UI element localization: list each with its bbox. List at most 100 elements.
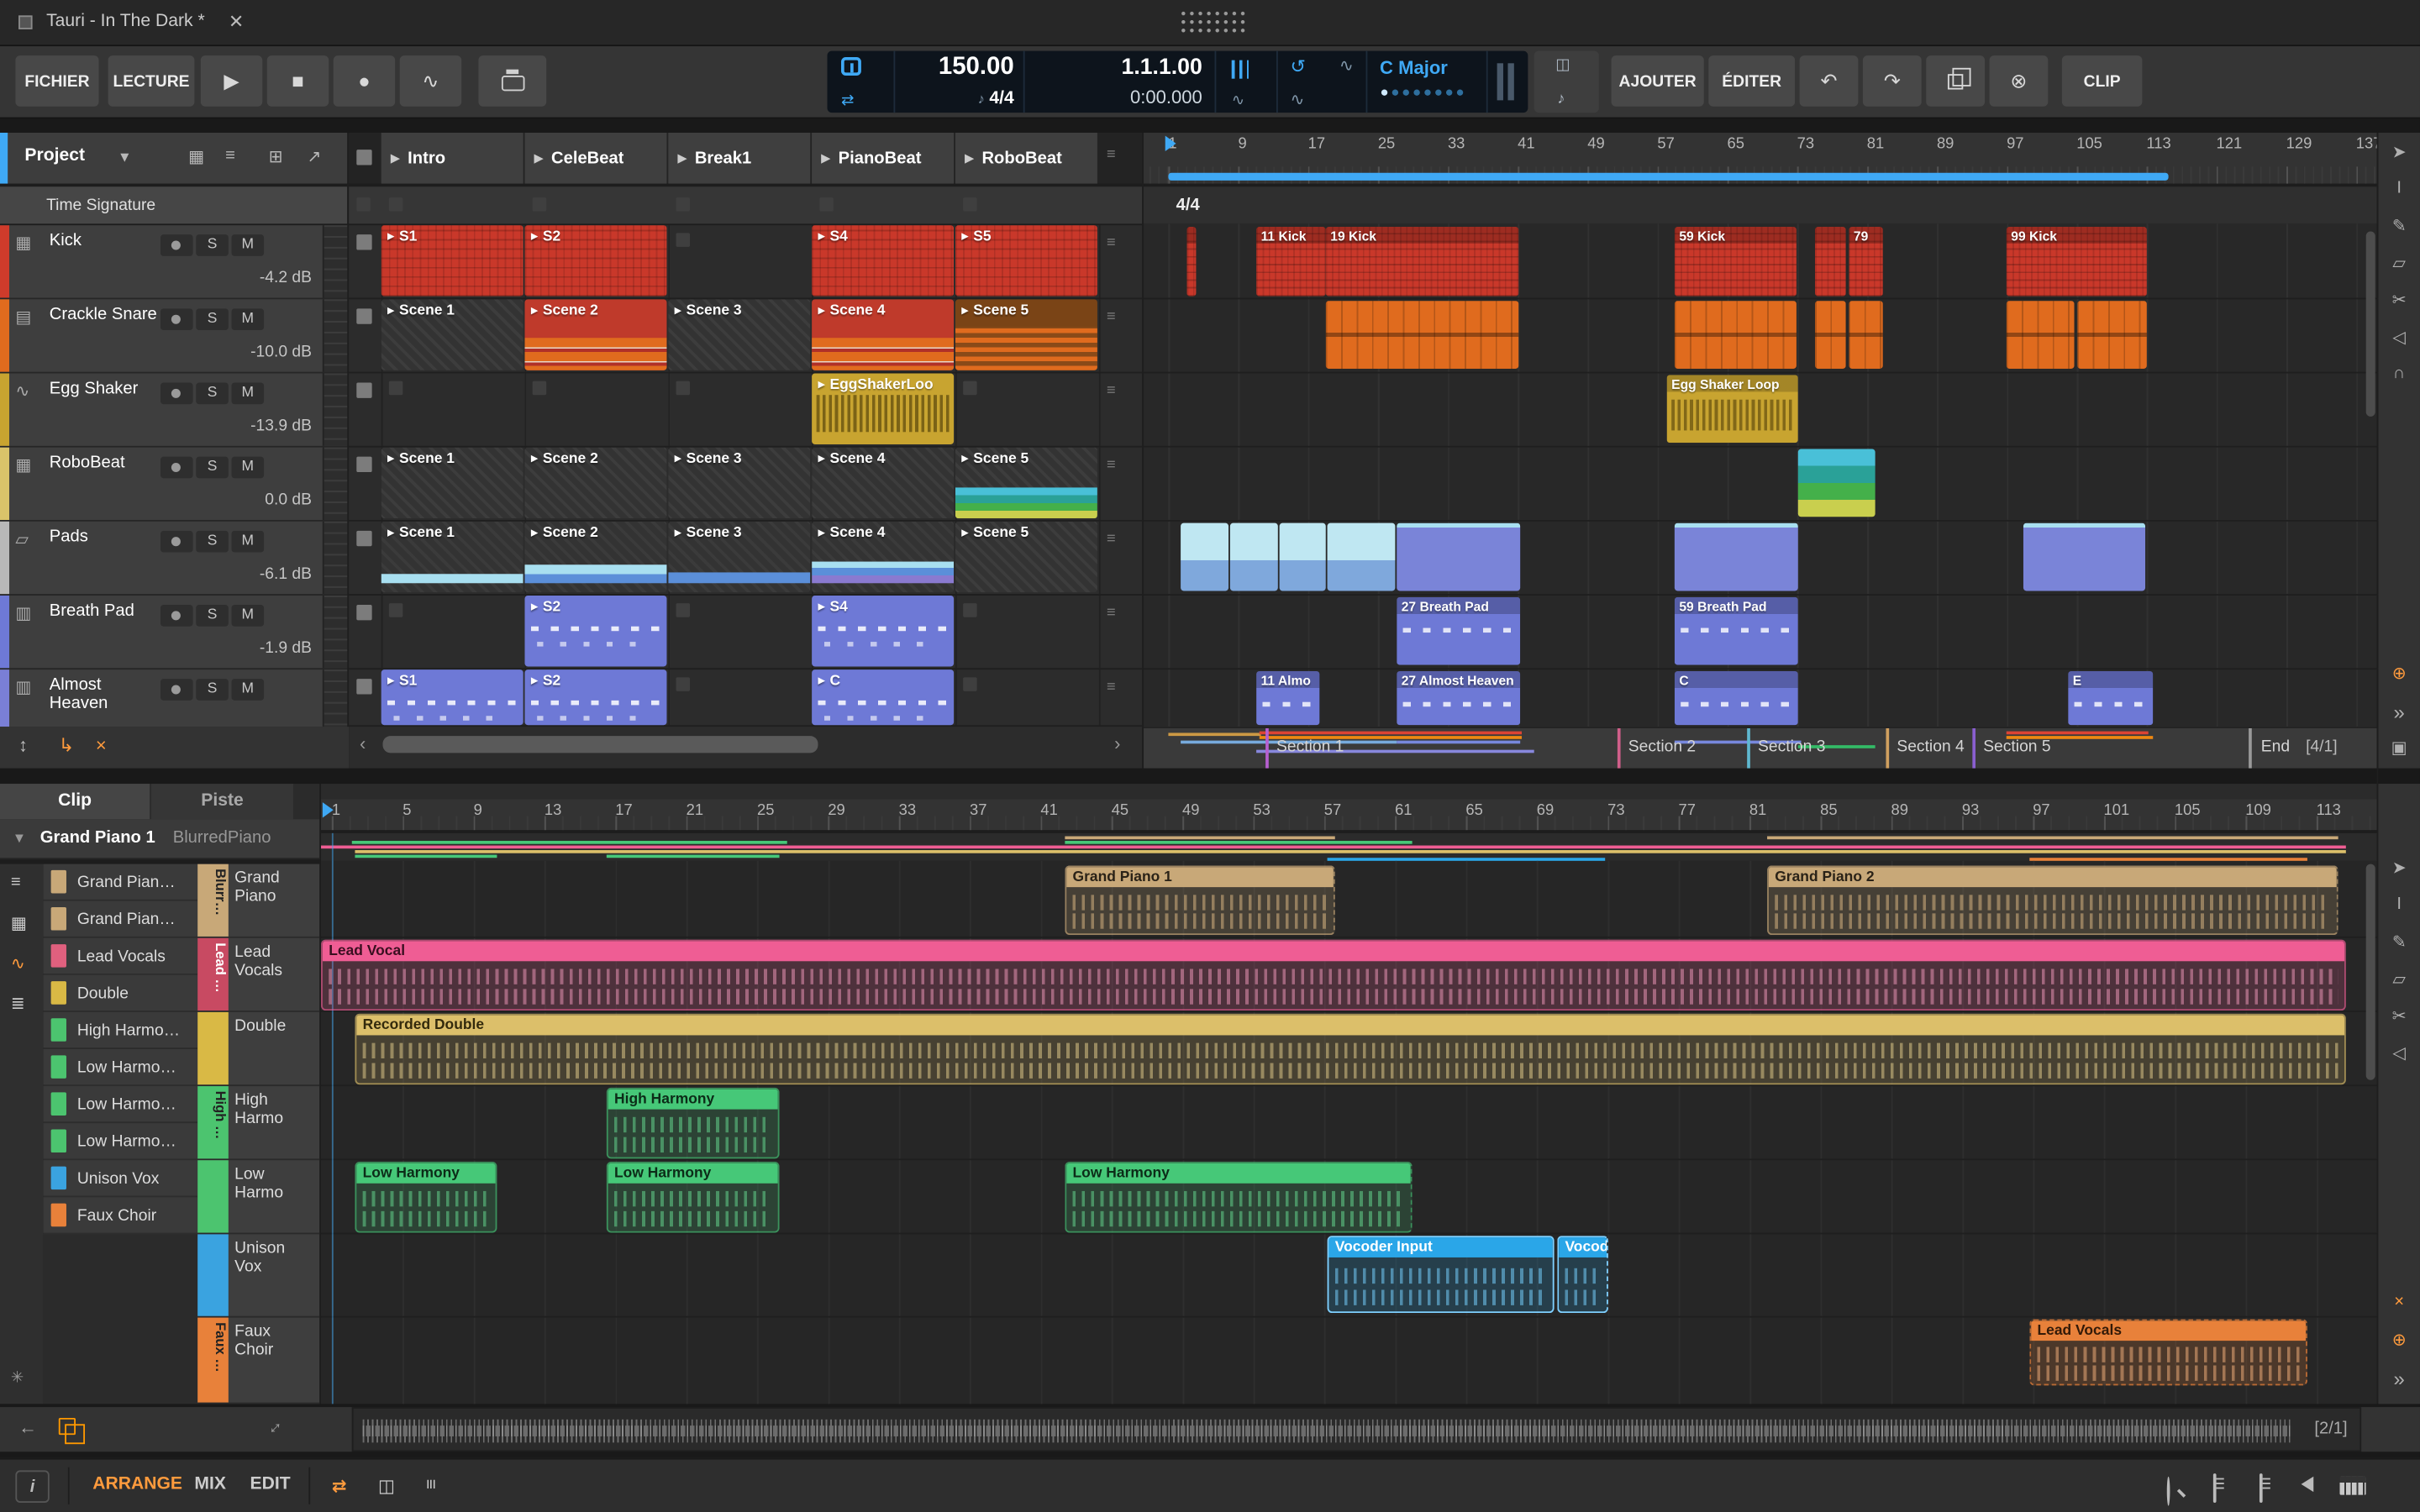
track-row[interactable]: ▥ Breath Pad S M -1.9 dB (0, 596, 349, 669)
editor-track-row[interactable]: Lead Vocals (43, 938, 197, 975)
dual-panel-icon[interactable]: ◫ (378, 1475, 395, 1497)
mute-button[interactable]: M (232, 679, 265, 701)
launcher-clip[interactable]: Scene 4 (812, 299, 954, 370)
empty-clip-slot[interactable] (676, 677, 690, 691)
layer-group[interactable]: Blurr… Grand Piano (197, 864, 319, 938)
arm-button[interactable] (160, 234, 193, 256)
launcher-clip[interactable]: Scene 3 (668, 522, 810, 592)
audio-clip[interactable]: Lead Vocals (2029, 1319, 2307, 1385)
track-name[interactable]: Lead Vocals (77, 948, 166, 966)
empty-clip-slot[interactable] (676, 233, 690, 247)
empty-clip-slot[interactable] (533, 381, 547, 396)
stop-button[interactable]: ■ (267, 55, 329, 107)
play-menu-button[interactable]: LECTURE (108, 55, 195, 107)
group-name[interactable]: Double (229, 1012, 319, 1084)
swing-arrows-icon[interactable]: ⇄ (841, 92, 854, 109)
section-label[interactable]: Section 1 (1276, 738, 1344, 756)
project-caret-icon[interactable]: ▾ (120, 146, 129, 166)
empty-clip-slot[interactable] (963, 603, 977, 617)
panel-splitter[interactable] (0, 769, 2420, 784)
clip-mode-button[interactable]: CLIP (2062, 55, 2143, 107)
track-volume[interactable]: -1.9 dB (260, 638, 312, 657)
scroll-left-icon[interactable]: ‹ (360, 732, 366, 754)
info-button[interactable]: i (15, 1470, 49, 1503)
launcher-clip[interactable]: S2 (524, 596, 666, 666)
track-name[interactable]: Low Harmo… (77, 1058, 176, 1077)
arrangement-overview[interactable]: [2/1] (352, 1407, 2361, 1452)
audition-tool-icon[interactable]: ◁ (2378, 327, 2420, 347)
layer-strip[interactable]: Blurr… (197, 864, 229, 937)
mute-button[interactable]: M (232, 383, 265, 405)
track-row[interactable]: ∿ Egg Shaker S M -13.9 dB (0, 373, 349, 447)
scroll-tracks-icon[interactable]: ↕ (18, 734, 28, 756)
arranger-clip[interactable] (1230, 523, 1278, 591)
arranger-time-signature[interactable]: 4/4 (1144, 186, 2377, 223)
edit-menu-button[interactable]: ÉDITER (1708, 55, 1795, 107)
audio-clip[interactable]: Low Harmony (1065, 1162, 1412, 1232)
layer-strip[interactable] (197, 1160, 229, 1232)
layer-group[interactable]: Lead … Lead Vocals (197, 938, 319, 1012)
horizontal-scrollbar[interactable] (383, 736, 818, 753)
solo-button[interactable]: S (196, 234, 229, 256)
end-marker[interactable] (2249, 728, 2252, 769)
track-name[interactable]: Crackle Snare (50, 307, 160, 325)
scene-play-icon[interactable]: ▶ (965, 151, 974, 165)
editor-track-row[interactable]: Double (43, 975, 197, 1012)
arranger-clip[interactable] (2023, 523, 2145, 591)
arm-button[interactable] (160, 457, 193, 479)
arranger-clip[interactable] (1675, 301, 1797, 369)
track-row[interactable]: ▱ Pads S M -6.1 dB (0, 522, 349, 596)
section-marker[interactable] (1618, 728, 1621, 769)
arm-button[interactable] (160, 679, 193, 701)
arranger-clip[interactable] (1815, 301, 1846, 369)
layer-group[interactable]: Unison Vox (197, 1234, 319, 1317)
solo-button[interactable]: S (196, 383, 229, 405)
file-icon[interactable] (2260, 1473, 2263, 1503)
section-marker[interactable] (1747, 728, 1750, 769)
group-name[interactable]: High Harmo (229, 1086, 319, 1158)
launcher-clip[interactable]: Scene 2 (524, 299, 666, 370)
launcher-clip[interactable]: Scene 3 (668, 448, 810, 518)
pop-out-icon[interactable]: ↗ (308, 146, 322, 166)
launcher-clip[interactable]: Scene 3 (668, 299, 810, 370)
metronome-icon[interactable] (841, 57, 861, 76)
track-row[interactable]: ▦ Kick S M -4.2 dB (0, 225, 349, 299)
editor-track-row[interactable]: Faux Choir (43, 1197, 197, 1234)
audio-clip[interactable]: Lead Vocal (321, 940, 2346, 1011)
zoom-icon[interactable] (2167, 1477, 2170, 1506)
vertical-scrollbar[interactable] (2366, 232, 2375, 417)
launcher-clip[interactable]: Scene 1 (381, 299, 523, 370)
duplicate-button[interactable] (1926, 55, 1985, 107)
close-icon[interactable]: ✕ (229, 11, 244, 33)
section-marker[interactable] (1265, 728, 1269, 769)
arranger-clip[interactable]: C (1675, 671, 1798, 725)
pointer-tool-icon[interactable]: ➤ (2378, 858, 2420, 878)
group-name[interactable]: Unison Vox (229, 1234, 319, 1315)
layer-group[interactable]: Faux … Faux Choir (197, 1318, 319, 1404)
time-value[interactable]: 0:00.000 (1130, 87, 1202, 108)
undo-button[interactable]: ↶ (1800, 55, 1859, 107)
time-signature-track[interactable]: Time Signature (0, 186, 347, 223)
scene-play-icon[interactable]: ▶ (677, 151, 687, 165)
tracks-view-icon[interactable]: ≡ (11, 874, 21, 892)
empty-clip-slot[interactable] (676, 381, 690, 396)
metronome-section[interactable]: ⇄ (827, 51, 895, 113)
layer-strip[interactable]: Faux … (197, 1318, 229, 1403)
magnet-snap-icon[interactable]: ∩ (2378, 364, 2420, 382)
automation-write-button[interactable]: ∿ (400, 55, 461, 107)
section-marker[interactable] (1972, 728, 1975, 769)
empty-clip-slot[interactable] (819, 197, 834, 212)
groove-icon[interactable] (1232, 60, 1249, 79)
audio-clip-selected[interactable]: Vocoder Input (1328, 1236, 1555, 1313)
arm-button[interactable] (160, 605, 193, 627)
arranger-clip[interactable] (1280, 523, 1326, 591)
resize-icon[interactable]: ↕ (266, 1416, 287, 1438)
play-button[interactable]: ▶ (201, 55, 262, 107)
arranger-clip[interactable] (1181, 523, 1228, 591)
track-row[interactable]: ▤ Crackle Snare S M -10.0 dB (0, 299, 349, 373)
loop-section[interactable]: ↺ ∿ ∿ (1278, 51, 1368, 113)
grid-view-icon[interactable]: ▦ (188, 146, 204, 166)
knife-tool-icon[interactable]: ✂ (2378, 290, 2420, 310)
track-volume[interactable]: -4.2 dB (260, 269, 312, 287)
tempo-section[interactable]: 150.00 ♪4/4 (895, 51, 1024, 113)
